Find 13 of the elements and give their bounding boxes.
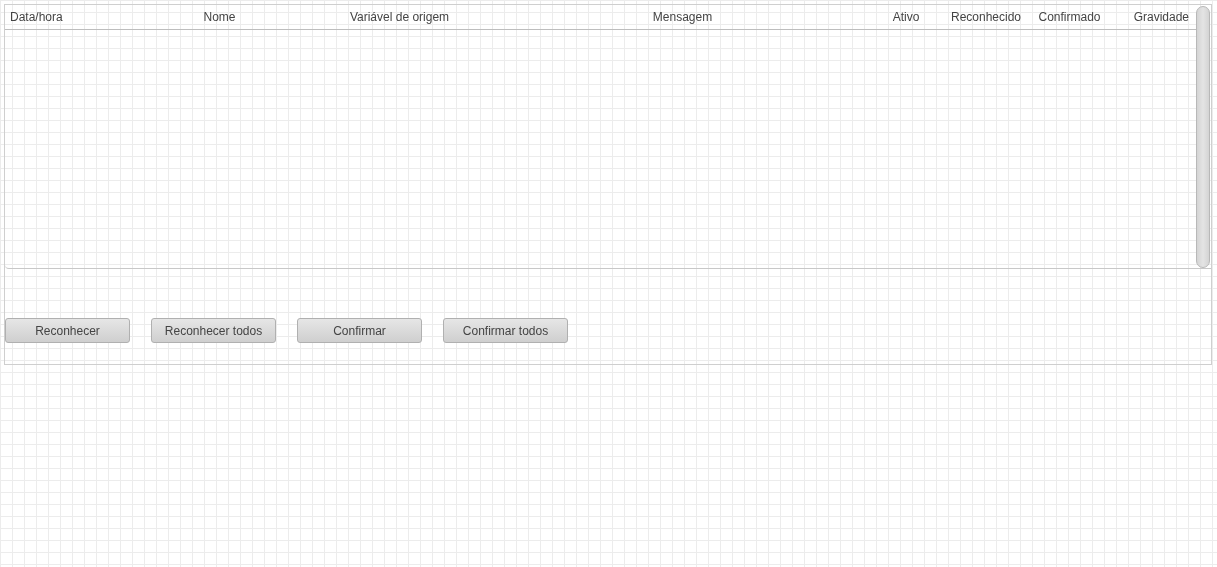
column-header[interactable]: Confirmado [1027, 5, 1112, 29]
action-button[interactable]: Confirmar [297, 318, 422, 343]
column-header[interactable]: Gravidade [1112, 5, 1195, 29]
column-header[interactable]: Variável de origem [301, 5, 498, 29]
column-header[interactable]: Mensagem [498, 5, 867, 29]
scrollbar[interactable] [1196, 6, 1210, 268]
action-button[interactable]: Reconhecer [5, 318, 130, 343]
action-button[interactable]: Reconhecer todos [151, 318, 276, 343]
column-header[interactable]: Reconhecido [945, 5, 1027, 29]
column-header[interactable]: Ativo [867, 5, 945, 29]
action-button[interactable]: Confirmar todos [443, 318, 568, 343]
column-header[interactable]: Data/hora [5, 5, 138, 29]
column-header[interactable]: Nome [138, 5, 301, 29]
